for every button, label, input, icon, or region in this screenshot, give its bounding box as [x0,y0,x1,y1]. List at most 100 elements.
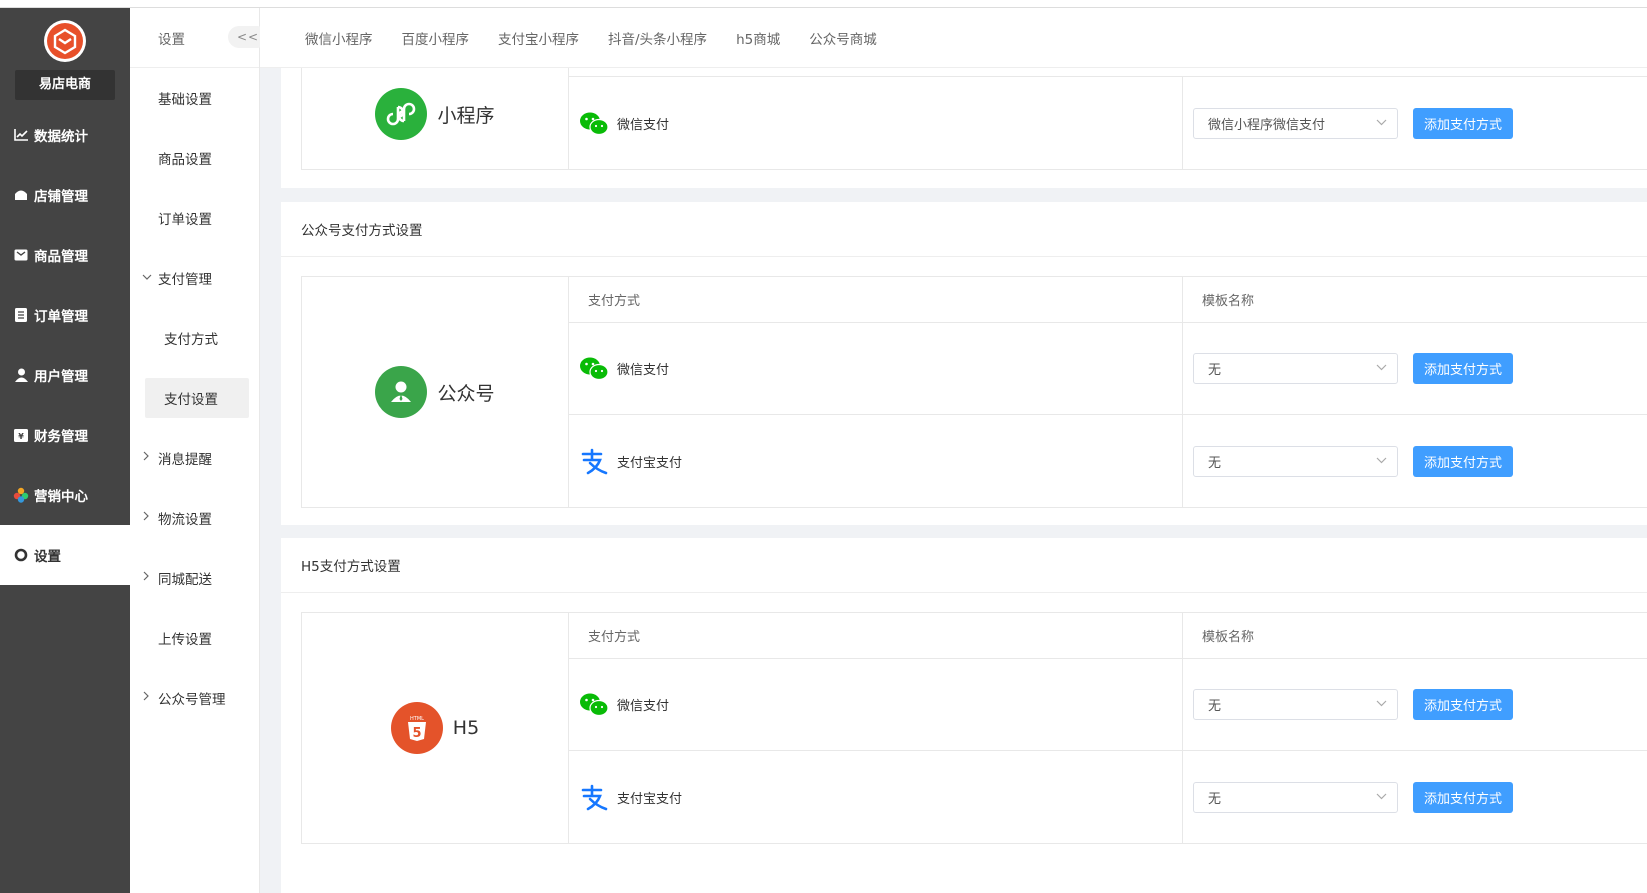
template-select[interactable]: 无 [1193,782,1398,813]
payment-method: 微信支付 [579,354,669,384]
column-header: 支付方式 [588,294,641,309]
gear-icon [12,546,30,564]
shop-icon [12,186,30,204]
nav-label: 店铺管理 [34,189,88,205]
nav-label: 订单管理 [34,309,88,325]
submenu-item-payment-methods[interactable]: 支付方式 [130,308,259,368]
template-select[interactable]: 微信小程序微信支付 [1193,108,1398,139]
wechat-pay-icon [579,109,609,139]
official-account-payment-table: 公众号 支付方式 模板名称 微信支付 无 添加支付方式 支付宝支付 无 添加支付… [301,276,1647,508]
chevron-down-icon [1376,699,1387,710]
nav-item-settings[interactable]: 设置 [0,525,130,585]
section-title: 公众号支付方式设置 [281,202,1647,257]
tab-official-account-mall[interactable]: 公众号商城 [809,28,877,48]
payment-method-label: 支付宝支付 [617,792,683,807]
add-payment-method-button[interactable]: 添加支付方式 [1413,782,1513,813]
column-header: 模板名称 [1202,630,1255,645]
submenu-item-label: 支付管理 [158,272,212,288]
header-method: 支付方式 [569,277,1183,322]
header-method: 支付方式 [569,613,1183,658]
add-payment-method-button[interactable]: 添加支付方式 [1413,446,1513,477]
nav-item-shop[interactable]: 店铺管理 [0,165,130,225]
tab-douyin-miniprogram[interactable]: 抖音/头条小程序 [608,28,707,48]
submenu-item-order[interactable]: 订单设置 [130,188,259,248]
add-payment-method-button[interactable]: 添加支付方式 [1413,689,1513,720]
chevron-down-icon [1376,363,1387,374]
payment-row: 微信支付 无 添加支付方式 [569,323,1647,415]
payment-method: 支付宝支付 [579,447,682,477]
column-header: 模板名称 [1202,294,1255,309]
header-template: 模板名称 [1183,277,1647,322]
miniprogram-payment-table: 小程序 微信支付 微信小程序微信支付 添加支付方式 [301,68,1647,170]
submenu-item-notifications[interactable]: 消息提醒 [130,428,259,488]
nav-item-users[interactable]: 用户管理 [0,345,130,405]
submenu-item-label: 支付方式 [164,332,218,348]
platform-cell: 公众号 [302,277,569,507]
brand: 易店电商 [0,8,130,105]
template-cell: 无 添加支付方式 [1183,659,1647,750]
template-select-value: 无 [1208,792,1222,807]
submenu-item-label: 公众号管理 [158,692,226,708]
svg-text:¥: ¥ [18,432,24,441]
user-icon [12,366,30,384]
payment-method: 支付宝支付 [579,783,682,813]
submenu-item-label: 上传设置 [158,632,212,648]
submenu-item-payment[interactable]: 支付管理 [130,248,259,308]
payment-method-label: 支付宝支付 [617,456,683,471]
platform-cell: 小程序 [302,68,569,169]
tab-h5-mall[interactable]: h5商城 [736,28,780,48]
alipay-icon [579,783,609,813]
template-cell: 无 添加支付方式 [1183,751,1647,844]
wechat-pay-icon [579,690,609,720]
nav-label: 商品管理 [34,249,88,265]
chevron-right-icon [142,450,150,464]
wechat-pay-icon [579,354,609,384]
add-payment-method-button[interactable]: 添加支付方式 [1413,353,1513,384]
submenu-item-local-delivery[interactable]: 同城配送 [130,548,259,608]
table-header-row: 支付方式 模板名称 [569,613,1647,659]
nav-label: 用户管理 [34,369,88,385]
nav-item-stats[interactable]: 数据统计 [0,105,130,165]
chevron-right-icon [142,510,150,524]
nav-item-goods[interactable]: 商品管理 [0,225,130,285]
nav-item-orders[interactable]: 订单管理 [0,285,130,345]
submenu-item-label: 基础设置 [158,92,212,108]
tab-baidu-miniprogram[interactable]: 百度小程序 [402,28,470,48]
nav-label: 设置 [34,549,61,565]
submenu-item-payment-settings[interactable]: 支付设置 [145,378,249,418]
header-template: 模板名称 [1183,613,1647,658]
template-select[interactable]: 无 [1193,353,1398,384]
brand-name: 易店电商 [15,70,115,100]
submenu-item-official-account[interactable]: 公众号管理 [130,668,259,728]
payment-row: 微信支付 无 添加支付方式 [569,659,1647,751]
nav-item-finance[interactable]: ¥ 财务管理 [0,405,130,465]
submenu-item-label: 商品设置 [158,152,212,168]
template-select-value: 无 [1208,363,1222,378]
template-select-value: 无 [1208,456,1222,471]
submenu-item-goods[interactable]: 商品设置 [130,128,259,188]
tab-wechat-miniprogram[interactable]: 微信小程序 [305,28,373,48]
payment-row: 支付宝支付 无 添加支付方式 [569,751,1647,844]
submenu-item-label: 订单设置 [158,212,212,228]
submenu-item-upload[interactable]: 上传设置 [130,608,259,668]
submenu-item-label: 物流设置 [158,512,212,528]
nav-label: 财务管理 [34,429,88,445]
submenu-item-logistics[interactable]: 物流设置 [130,488,259,548]
main-sidebar: 易店电商 数据统计 店铺管理 商品管理 订单管理 用户管理 ¥ 财务管理 营销中… [0,8,130,893]
tab-alipay-miniprogram[interactable]: 支付宝小程序 [498,28,579,48]
chart-line-icon [12,126,30,144]
platform-name: 公众号 [437,382,495,405]
official-account-icon [375,366,428,418]
svg-text:HTML: HTML [410,716,424,722]
nav-item-marketing[interactable]: 营销中心 [0,465,130,525]
brand-logo-icon[interactable] [44,20,86,62]
payment-method: 微信支付 [579,109,669,139]
add-payment-method-button[interactable]: 添加支付方式 [1413,108,1513,139]
submenu-item-label: 消息提醒 [158,452,212,468]
payment-method-label: 微信支付 [617,363,670,378]
platform-name: H5 [452,717,480,739]
template-select[interactable]: 无 [1193,446,1398,477]
submenu-item-basic[interactable]: 基础设置 [130,68,259,128]
template-select[interactable]: 无 [1193,689,1398,720]
chevron-right-icon [142,570,150,584]
